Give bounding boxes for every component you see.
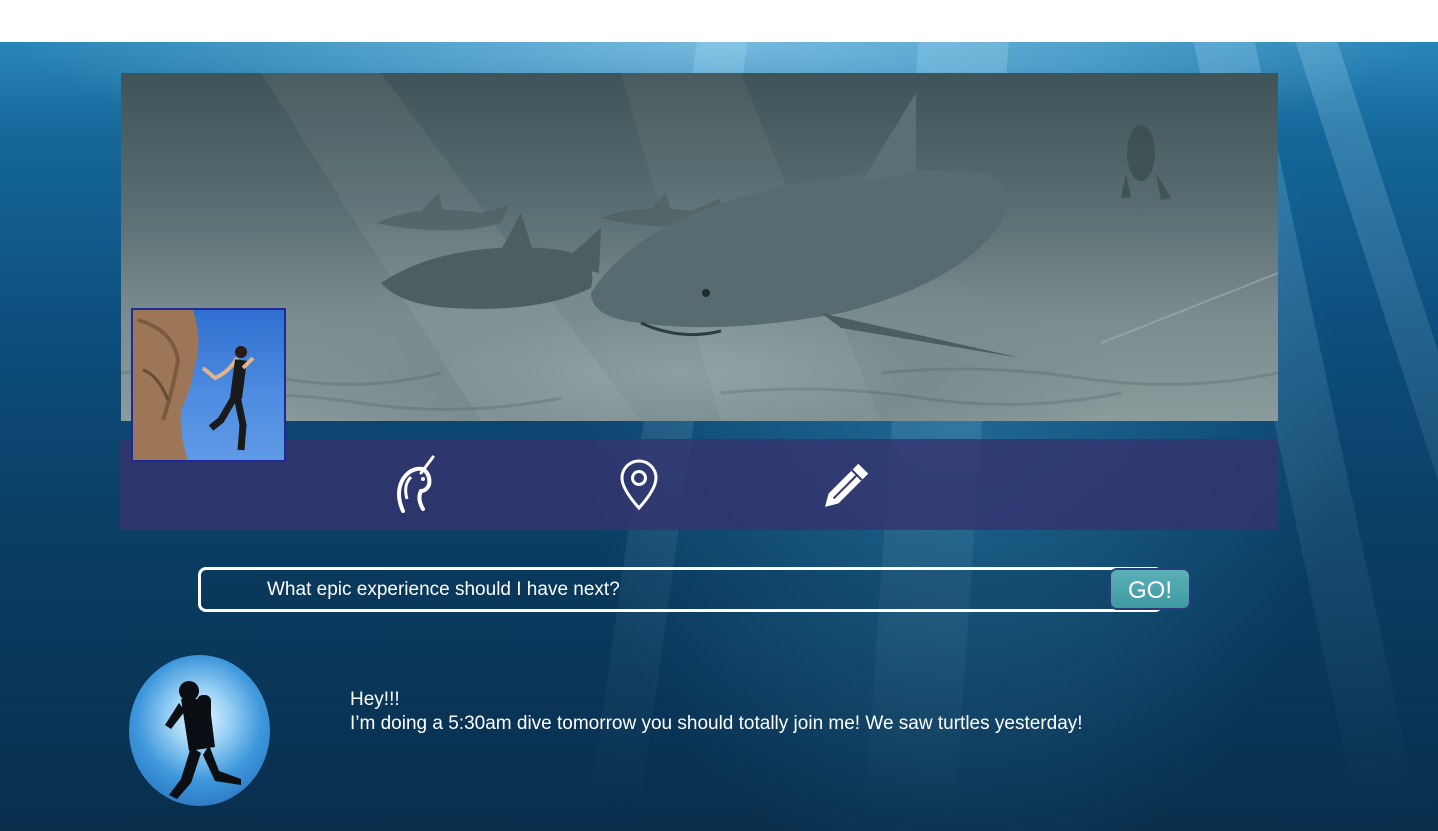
go-button[interactable]: GO!	[1109, 568, 1191, 610]
message-body: I’m doing a 5:30am dive tomorrow you sho…	[350, 713, 1083, 734]
profile-nav-bar	[120, 439, 1278, 530]
message-avatar[interactable]	[129, 655, 270, 806]
cover-banner	[121, 73, 1278, 421]
ocean-background: GO! Hey!!! I’m doing a 5:30am dive tomor…	[0, 42, 1438, 831]
unicorn-icon[interactable]	[393, 453, 447, 513]
map-pin-icon[interactable]	[619, 459, 659, 511]
chat-message: Hey!!! I’m doing a 5:30am dive tomorrow …	[350, 688, 1083, 736]
pencil-icon[interactable]	[820, 459, 874, 511]
profile-avatar[interactable]	[131, 308, 286, 462]
message-greeting: Hey!!!	[350, 689, 400, 710]
search-input[interactable]	[198, 567, 1163, 612]
top-bar	[0, 0, 1438, 42]
